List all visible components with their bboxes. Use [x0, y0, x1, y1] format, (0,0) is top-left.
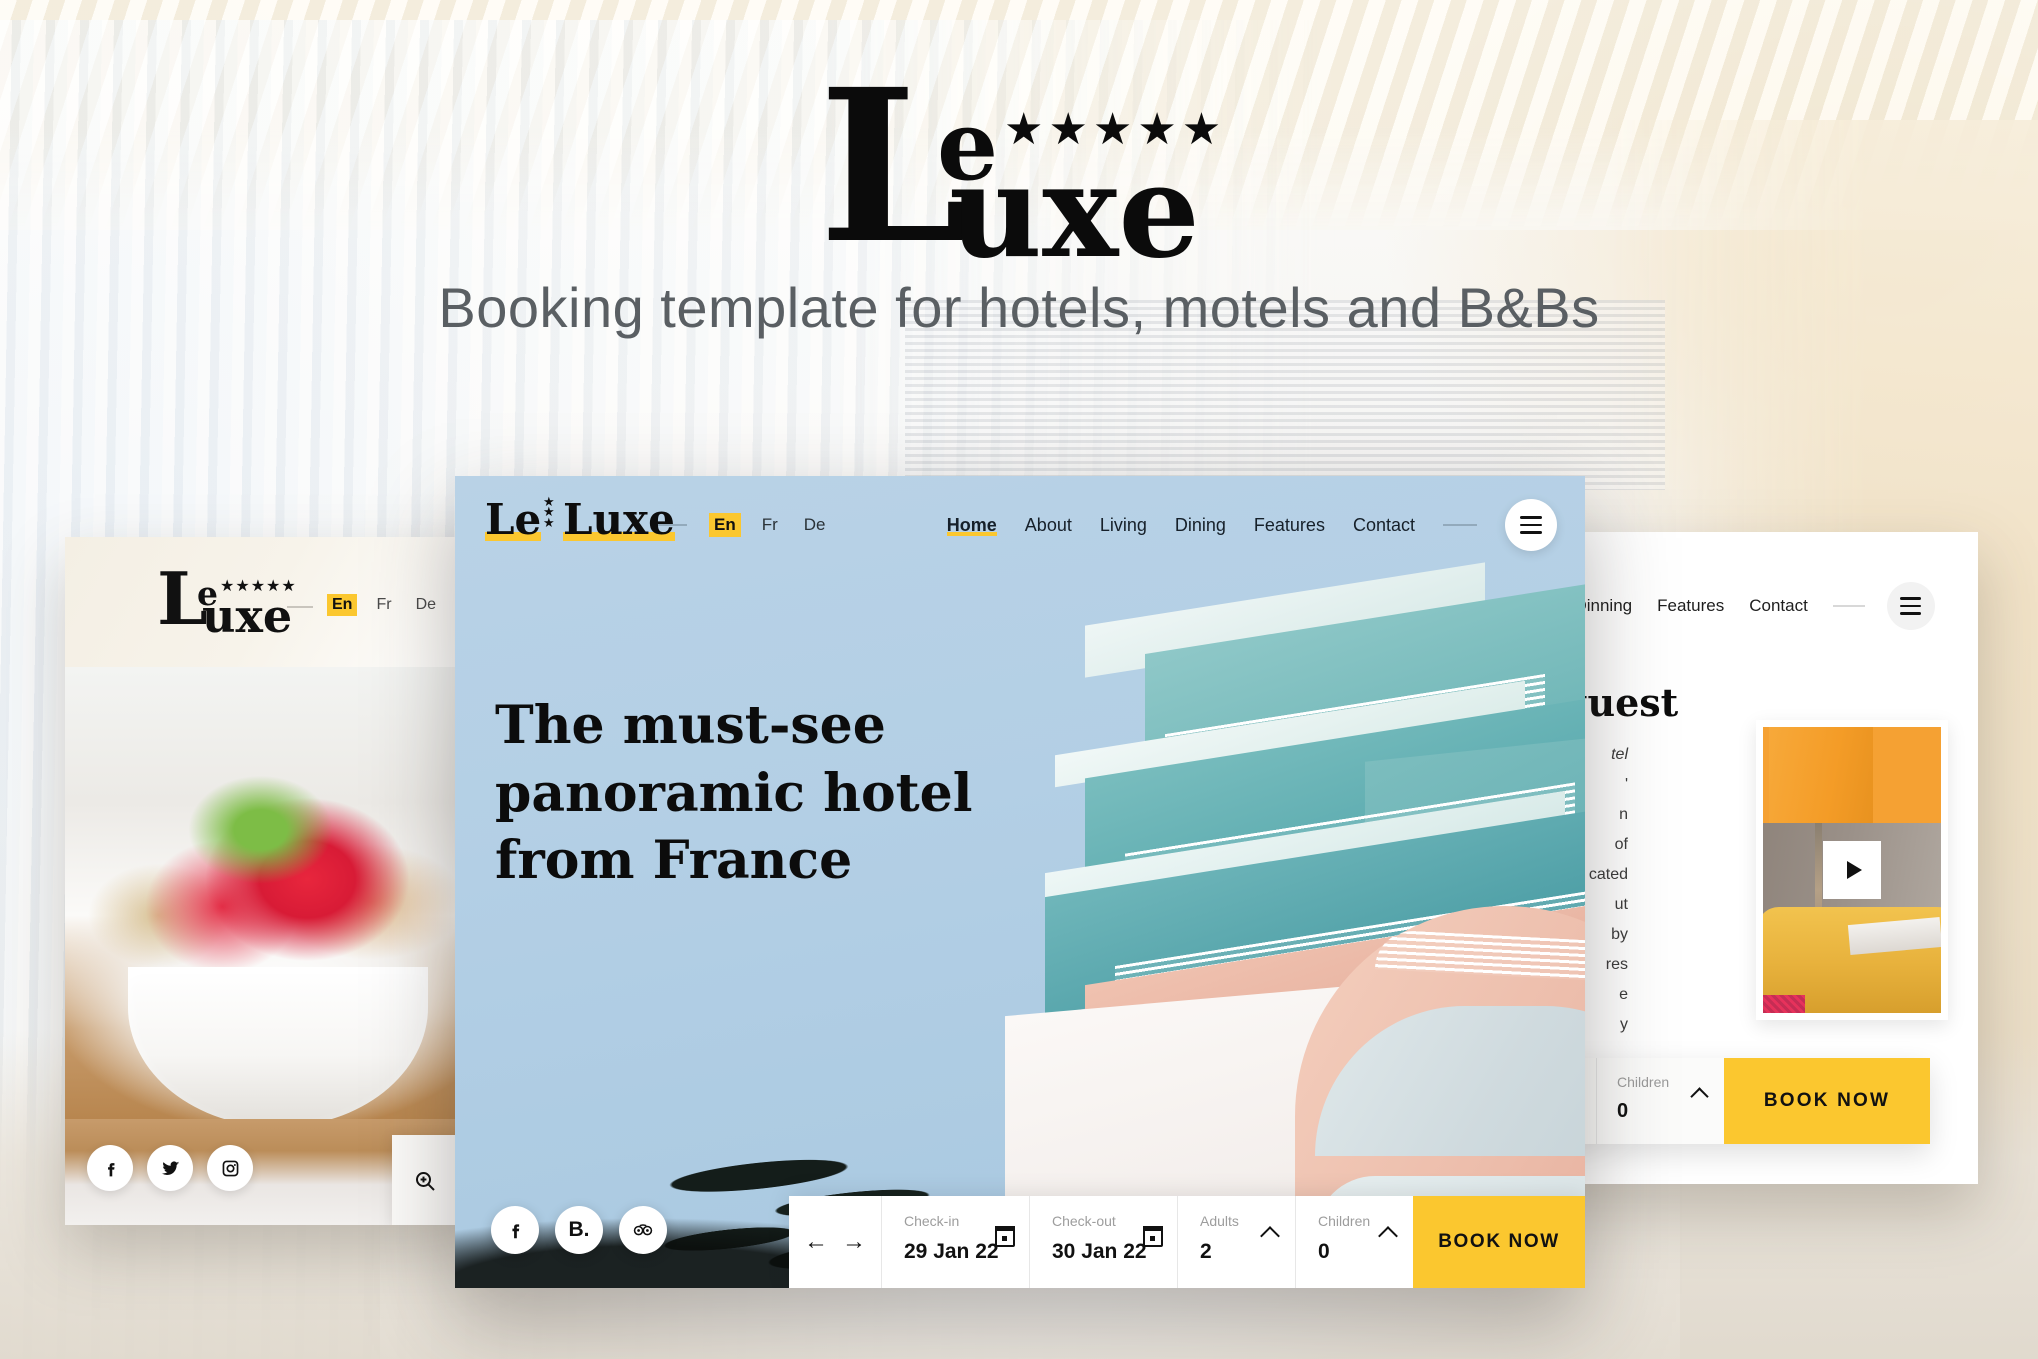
checkout-field[interactable]: Check-out 30 Jan 22 — [1029, 1196, 1177, 1288]
center-nav: Home About Living Dining Features Contac… — [946, 499, 1557, 551]
left-lang-fr[interactable]: Fr — [371, 594, 396, 616]
center-logo[interactable]: Le ★ ★ ★ Luxe — [485, 494, 675, 553]
center-nav-divider — [1443, 524, 1477, 526]
checkin-field[interactable]: Check-in 29 Jan 22 — [881, 1196, 1029, 1288]
center-nav-item-contact[interactable]: Contact — [1353, 515, 1415, 536]
left-browser-mockup: L e ★★★★★ uxe En Fr De — [65, 537, 490, 1225]
center-nav-item-dining[interactable]: Dining — [1175, 515, 1226, 536]
left-header-divider — [287, 606, 313, 608]
left-lang-de[interactable]: De — [411, 594, 441, 616]
center-lang-de[interactable]: De — [799, 513, 831, 537]
center-language-switcher: En Fr De — [709, 513, 831, 537]
booking-nav-arrows: ← → — [789, 1196, 881, 1288]
left-social-links — [87, 1145, 253, 1191]
instagram-icon[interactable] — [207, 1145, 253, 1191]
breakfast-bowl-shape — [127, 967, 428, 1127]
right-browser-mockup: g Dinning Features Contact ur guest tel … — [1528, 532, 1978, 1184]
right-booking-bar: Adults 2 Children 0 BOOK NOW — [1528, 1058, 1930, 1144]
page-stage: L e ★★★★★ uxe Booking template for hotel… — [0, 0, 2038, 1359]
hamburger-icon[interactable] — [1886, 582, 1935, 630]
left-lang-en[interactable]: En — [327, 594, 358, 616]
facebook-icon[interactable] — [491, 1206, 539, 1254]
center-logo-le: Le — [485, 495, 542, 544]
center-headline: The must-see panoramic hotel from France — [495, 695, 973, 892]
twitter-icon[interactable] — [147, 1145, 193, 1191]
center-nav-item-features[interactable]: Features — [1254, 515, 1325, 536]
right-book-now-button[interactable]: BOOK NOW — [1724, 1058, 1930, 1144]
brand-logo: L e ★★★★★ uxe — [819, 62, 1221, 277]
right-children-field[interactable]: Children 0 — [1596, 1058, 1724, 1144]
video-still — [1763, 727, 1941, 1013]
facebook-icon[interactable] — [87, 1145, 133, 1191]
center-booking-bar: ← → Check-in 29 Jan 22 Check-out 30 Jan … — [789, 1196, 1585, 1288]
arrow-left-icon[interactable]: ← — [804, 1228, 828, 1256]
left-breakfast-photo — [65, 667, 490, 1127]
right-video-thumbnail[interactable] — [1756, 720, 1948, 1020]
booking-icon[interactable]: B. — [555, 1206, 603, 1254]
adults-field[interactable]: Adults 2 — [1177, 1196, 1295, 1288]
center-header: Le ★ ★ ★ Luxe En Fr De Home About Living D… — [455, 476, 1585, 574]
center-social-links: B. — [491, 1206, 667, 1254]
center-lang-fr[interactable]: Fr — [757, 513, 783, 537]
right-nav-divider — [1832, 605, 1865, 607]
tripadvisor-icon[interactable] — [619, 1206, 667, 1254]
center-nav-item-about[interactable]: About — [1025, 515, 1072, 536]
calendar-icon[interactable] — [1143, 1226, 1163, 1247]
center-nav-item-home[interactable]: Home — [946, 514, 997, 536]
right-nav: g Dinning Features Contact — [1528, 574, 1978, 638]
right-nav-item-features[interactable]: Features — [1657, 596, 1724, 616]
right-nav-item-contact[interactable]: Contact — [1749, 596, 1808, 616]
rug-shape — [1763, 995, 1805, 1013]
calendar-icon[interactable] — [995, 1226, 1015, 1247]
children-field[interactable]: Children 0 — [1295, 1196, 1413, 1288]
center-logo-stars: ★ ★ ★ — [543, 494, 555, 530]
arrow-right-icon[interactable]: → — [842, 1228, 866, 1256]
book-now-button[interactable]: BOOK NOW — [1413, 1196, 1585, 1288]
center-lang-en[interactable]: En — [709, 513, 741, 537]
left-footer — [65, 1119, 490, 1225]
lamp-shade-shape — [1769, 727, 1873, 823]
center-nav-item-living[interactable]: Living — [1100, 515, 1147, 536]
center-logo-luxe: Luxe — [563, 495, 675, 544]
left-logo[interactable]: L e ★★★★★ uxe — [157, 563, 296, 640]
zoom-in-icon[interactable] — [392, 1135, 458, 1225]
brand-logo-uxe: uxe — [949, 137, 1200, 287]
center-browser-mockup: Le ★ ★ ★ Luxe En Fr De Home About Living D… — [455, 476, 1585, 1288]
left-language-switcher: En Fr De — [327, 594, 441, 616]
hamburger-icon[interactable] — [1505, 499, 1557, 551]
left-logo-uxe: uxe — [202, 589, 293, 643]
play-icon[interactable] — [1823, 841, 1881, 899]
left-header: L e ★★★★★ uxe En Fr De — [65, 537, 490, 667]
hero-section: L e ★★★★★ uxe Booking template for hotel… — [0, 0, 2038, 340]
